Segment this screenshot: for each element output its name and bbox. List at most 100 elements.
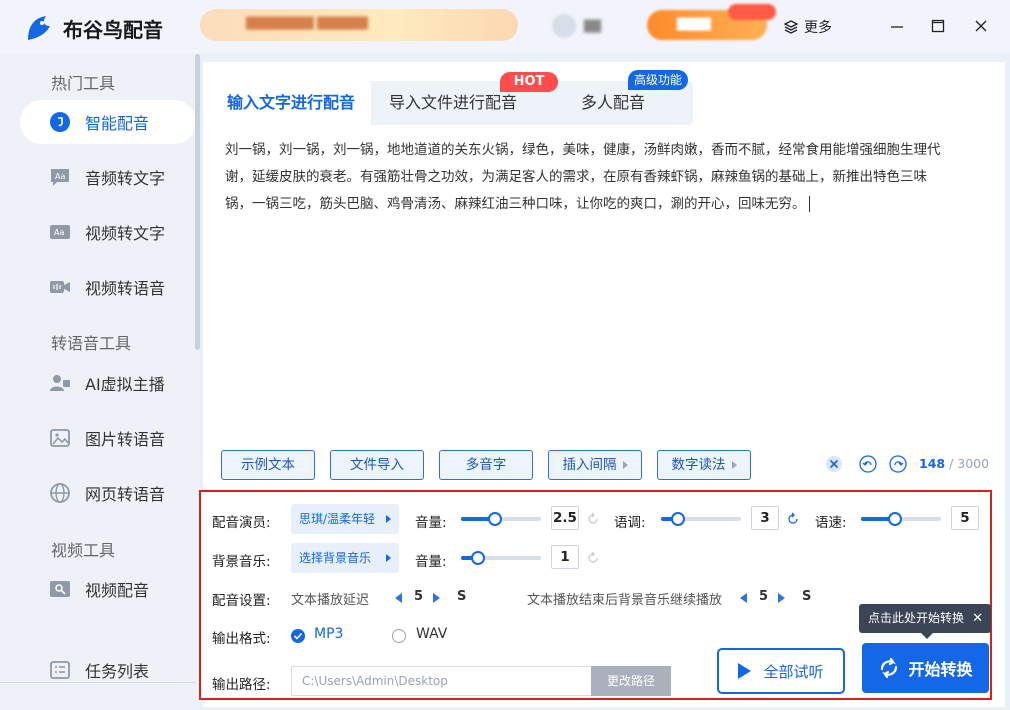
sidebar-item-audio-to-text[interactable]: Aa 音频转文字	[20, 155, 196, 199]
minimize-icon	[891, 26, 903, 28]
volume-slider[interactable]	[461, 512, 541, 526]
reset-icon[interactable]	[586, 551, 600, 565]
redo-icon[interactable]	[889, 455, 907, 473]
sidebar-item-task-list[interactable]: 任务列表	[20, 648, 196, 692]
text-line: 锅，一锅三吃，筋头巴脑、鸡骨清汤、麻辣红油三种口味，让你吃的爽口，涮的开心，回味…	[225, 191, 977, 218]
speed-value[interactable]: 5	[951, 506, 979, 530]
sidebar-item-label: AI虚拟主播	[85, 375, 165, 394]
speed-slider[interactable]	[861, 512, 941, 526]
tooltip-close-icon[interactable]: ✕	[972, 604, 983, 633]
app-title: 布谷鸟配音	[63, 17, 163, 42]
play-icon	[738, 663, 752, 679]
sidebar-item-label: 视频转文字	[85, 224, 166, 243]
speed-label: 语速:	[815, 515, 847, 531]
sidebar-item-label: 图片转语音	[85, 430, 166, 449]
audio-to-text-icon: Aa	[49, 166, 71, 188]
text-editor[interactable]: 刘一锅，刘一锅，刘一锅，地地道道的关东火锅，绿色，美味，健康，汤鲜肉嫩，香而不腻…	[225, 137, 977, 218]
bgm-volume-slider-handle[interactable]	[471, 551, 485, 565]
reset-icon[interactable]	[586, 512, 600, 526]
sidebar-item-video-to-text[interactable]: Aa 视频转文字	[20, 210, 196, 254]
maximize-icon	[931, 19, 945, 33]
sidebar-item-video-dub[interactable]: 视频配音	[20, 567, 196, 611]
bgm-volume-slider[interactable]	[461, 551, 541, 565]
avatar	[552, 14, 576, 38]
video-dub-icon	[49, 578, 71, 600]
image-to-voice-icon	[49, 427, 71, 449]
user-name: ██	[584, 19, 601, 33]
clear-icon[interactable]	[825, 455, 843, 473]
sidebar-item-smart-dub[interactable]: 智能配音	[20, 100, 196, 144]
tab-import-file[interactable]: 导入文件进行配音	[389, 81, 517, 125]
voice-select[interactable]: 思琪/温柔年轻	[291, 504, 399, 534]
pitch-value[interactable]: 3	[751, 506, 779, 530]
maximize-button[interactable]	[930, 18, 946, 34]
text-caret	[808, 196, 810, 212]
delay-label: 文本播放延迟	[291, 593, 370, 608]
continue-increase-icon[interactable]	[778, 593, 785, 603]
close-icon	[975, 20, 987, 32]
sidebar-item-label: 智能配音	[85, 114, 150, 133]
task-list-icon	[49, 659, 71, 681]
minimize-button[interactable]	[889, 18, 905, 34]
format-label: 输出格式:	[212, 631, 271, 647]
pitch-label: 语调:	[614, 515, 646, 531]
sidebar-item-video-to-voice[interactable]: 视频转语音	[20, 265, 196, 309]
format-mp3-radio[interactable]	[291, 629, 305, 643]
svg-text:Aa: Aa	[55, 172, 65, 181]
sidebar: 热门工具 智能配音 Aa 音频转文字 Aa 视频转文字 视频转语音 转语音工具 …	[0, 54, 200, 710]
sidebar-item-ai-anchor[interactable]: AI虚拟主播	[20, 361, 196, 405]
video-to-voice-icon	[49, 276, 71, 298]
layers-icon	[784, 20, 798, 34]
promo-banner[interactable]: ████████ ██████	[200, 9, 518, 41]
chevron-right-icon	[731, 461, 737, 469]
sidebar-scrollbar[interactable]	[195, 54, 200, 350]
volume-value[interactable]: 2.5	[551, 506, 579, 530]
format-wav-radio[interactable]	[392, 629, 406, 643]
pitch-slider-handle[interactable]	[671, 512, 685, 526]
chevron-right-icon	[386, 554, 391, 562]
video-to-text-icon: Aa	[49, 221, 71, 243]
delay-increase-icon[interactable]	[433, 593, 440, 603]
volume-slider-handle[interactable]	[488, 512, 502, 526]
tab-bar: 输入文字进行配音 导入文件进行配音 多人配音	[211, 81, 693, 125]
continue-decrease-icon[interactable]	[740, 593, 747, 603]
sample-text-button[interactable]: 示例文本	[221, 450, 315, 480]
file-import-button[interactable]: 文件导入	[330, 450, 424, 480]
change-path-button[interactable]: 更改路径	[591, 666, 671, 696]
continue-label: 文本播放结束后背景音乐继续播放	[527, 593, 723, 608]
path-label: 输出路径:	[212, 677, 271, 693]
sidebar-item-web-to-voice[interactable]: 网页转语音	[20, 471, 196, 515]
section-video-tools: 视频工具	[51, 541, 116, 560]
sidebar-item-label: 任务列表	[85, 662, 150, 681]
continue-value: 5	[759, 589, 769, 604]
listen-all-button[interactable]: 全部试听	[717, 648, 845, 694]
pitch-slider[interactable]	[661, 512, 741, 526]
smart-dub-icon	[49, 111, 71, 133]
user-account[interactable]: ██	[552, 14, 601, 38]
settings-panel: 配音演员: 思琪/温柔年轻 音量: 2.5 语调: 3 语速: 5 背景音乐: …	[199, 490, 992, 700]
insert-pause-button[interactable]: 插入间隔	[548, 450, 642, 480]
app-logo: 布谷鸟配音	[22, 12, 163, 44]
number-reading-button[interactable]: 数字读法	[657, 450, 751, 480]
tab-input-text[interactable]: 输入文字进行配音	[211, 81, 372, 125]
bgm-select[interactable]: 选择背景音乐	[291, 543, 399, 573]
hot-badge: HOT	[500, 72, 558, 92]
delay-unit: S	[457, 589, 467, 604]
more-label: 更多	[804, 20, 832, 36]
format-mp3-label[interactable]: MP3	[314, 626, 343, 642]
polyphone-button[interactable]: 多音字	[439, 450, 533, 480]
close-button[interactable]	[973, 18, 989, 34]
format-wav-label[interactable]: WAV	[416, 626, 447, 642]
sidebar-item-image-to-voice[interactable]: 图片转语音	[20, 416, 196, 460]
undo-icon[interactable]	[859, 455, 877, 473]
reset-icon[interactable]	[786, 512, 800, 526]
delay-decrease-icon[interactable]	[395, 593, 402, 603]
more-menu[interactable]: 更多	[784, 17, 832, 37]
section-hot-tools: 热门工具	[51, 74, 116, 93]
text-line: 刘一锅，刘一锅，刘一锅，地地道道的关东火锅，绿色，美味，健康，汤鲜肉嫩，香而不腻…	[225, 142, 941, 158]
speed-slider-handle[interactable]	[888, 512, 902, 526]
start-convert-button[interactable]: 开始转换	[862, 643, 989, 693]
convert-icon	[881, 657, 898, 679]
bgm-volume-value[interactable]: 1	[551, 545, 579, 569]
output-path-input[interactable]: C:\Users\Admin\Desktop	[291, 666, 591, 696]
